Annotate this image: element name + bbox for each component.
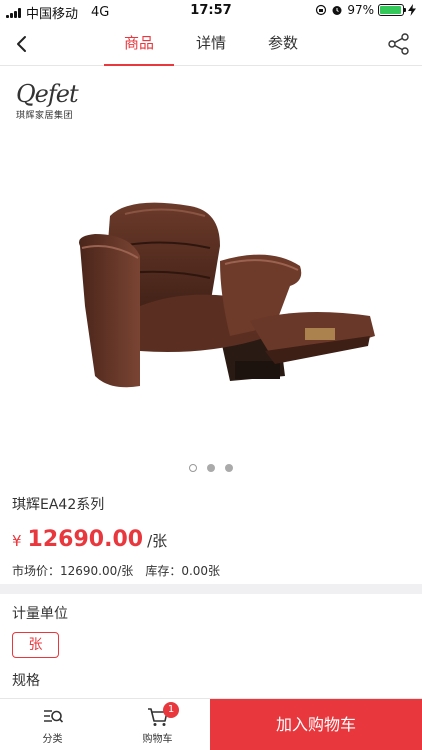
alarm-icon [332, 6, 342, 15]
tab-product[interactable]: 商品 [104, 22, 174, 66]
tab-params[interactable]: 参数 [248, 22, 318, 66]
gallery-pagination [0, 464, 422, 472]
price-row: ¥ 12690.00 /张 [12, 527, 167, 552]
share-icon [388, 33, 409, 55]
product-image-recliner [79, 202, 375, 388]
brand-logo: Qefet 琪辉家居集团 [16, 82, 86, 126]
bottom-action-bar: 分类 1 购物车 加入购物车 [0, 698, 422, 750]
cart-label: 购物车 [142, 734, 173, 745]
cart-button[interactable]: 1 购物车 [105, 699, 210, 750]
section-divider [0, 584, 422, 594]
product-gallery[interactable]: Qefet 琪辉家居集团 [0, 66, 422, 486]
unit-option-chip[interactable]: 张 [12, 632, 59, 658]
price-unit: /张 [147, 532, 168, 550]
spec-section-label: 规格 [12, 673, 40, 689]
back-button[interactable] [10, 31, 36, 57]
category-label: 分类 [42, 734, 63, 745]
currency-symbol: ¥ [12, 532, 22, 550]
battery-icon [378, 4, 406, 16]
brand-subtitle: 琪辉家居集团 [16, 111, 74, 121]
product-meta: 市场价：12690.00/张 库存：0.00张 [12, 562, 220, 579]
status-bar: 中国移动 4G 17:57 97% [0, 0, 422, 22]
category-button[interactable]: 分类 [0, 699, 105, 750]
chevron-left-icon [17, 36, 26, 52]
product-price: 12690.00 [27, 527, 144, 552]
tab-bar: 商品 详情 参数 [104, 22, 318, 66]
stock-info: 库存：0.00张 [145, 564, 221, 578]
cart-count-badge: 1 [163, 702, 179, 718]
product-title: 琪辉EA42系列 [12, 497, 105, 513]
top-nav: 商品 详情 参数 [0, 22, 422, 66]
rotation-lock-icon [316, 4, 327, 16]
status-right: 97% [315, 3, 416, 17]
pagination-dot-3[interactable] [225, 464, 233, 472]
charging-icon [408, 4, 416, 16]
battery-percent: 97% [347, 3, 374, 17]
pagination-dot-2[interactable] [207, 464, 215, 472]
add-to-cart-button[interactable]: 加入购物车 [210, 699, 422, 750]
brand-name: Qefet [16, 80, 79, 108]
pagination-dot-1[interactable] [189, 464, 197, 472]
unit-section-label: 计量单位 [12, 606, 68, 622]
market-price: 市场价：12690.00/张 [12, 564, 134, 578]
share-button[interactable] [386, 31, 412, 57]
category-search-icon [43, 710, 63, 723]
tab-details[interactable]: 详情 [176, 22, 246, 66]
